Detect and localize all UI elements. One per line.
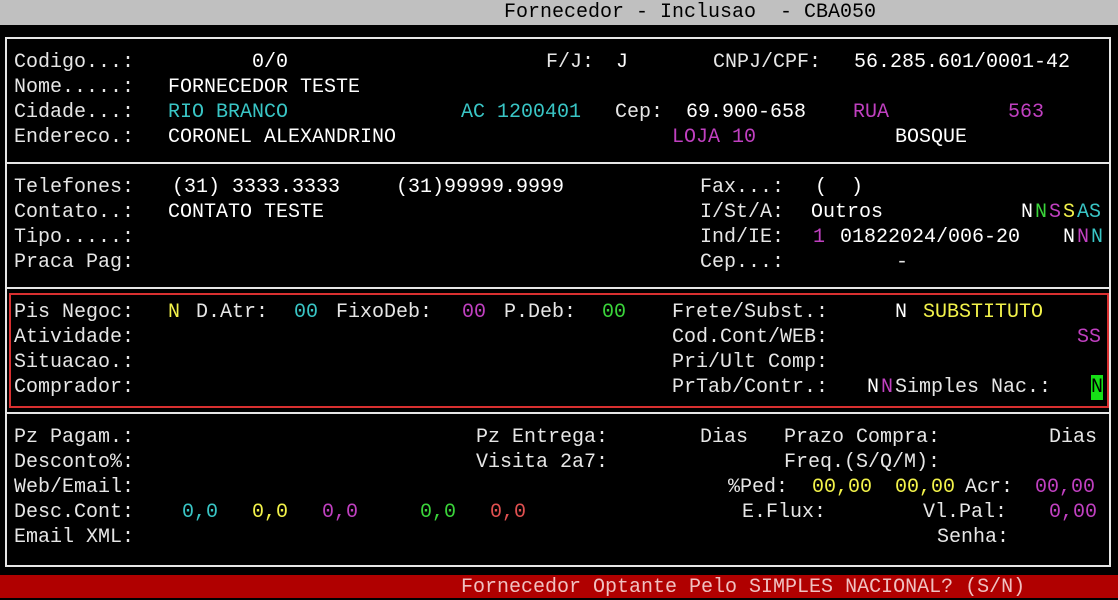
frete-label: Frete/Subst.: bbox=[672, 301, 829, 324]
cidade-label: Cidade...: bbox=[14, 101, 135, 124]
senha-label: Senha: bbox=[937, 526, 1010, 549]
flag-2[interactable]: N bbox=[1035, 200, 1047, 225]
cep2-label: Cep...: bbox=[700, 251, 785, 274]
flag-5[interactable]: AS bbox=[1077, 200, 1101, 225]
cep-label: Cep: bbox=[615, 101, 664, 124]
prazocompra-label: Prazo Compra: bbox=[784, 426, 941, 449]
atividade-label: Atividade: bbox=[14, 326, 135, 349]
indie-flag-1[interactable]: N bbox=[1063, 225, 1075, 250]
vlpal-label: Vl.Pal: bbox=[923, 501, 1008, 524]
desconto-label: Desconto%: bbox=[14, 451, 135, 474]
endereco-label: Endereco.: bbox=[14, 126, 135, 149]
comprador-label: Comprador: bbox=[14, 376, 135, 399]
simples-input[interactable]: N bbox=[1091, 375, 1104, 400]
title-bar: Fornecedor - Inclusao - CBA050 bbox=[0, 0, 1118, 25]
fixodeb-label: FixoDeb: bbox=[336, 301, 433, 324]
situacao-label: Situacao.: bbox=[14, 351, 135, 374]
desccont-value-5[interactable]: 0,0 bbox=[490, 500, 526, 525]
desccont-value-4[interactable]: 0,0 bbox=[420, 500, 456, 525]
indie-value[interactable]: 01822024/006-20 bbox=[840, 225, 1020, 250]
codcont-value[interactable]: SS bbox=[1077, 325, 1101, 350]
codigo-value[interactable]: 0/0 bbox=[252, 50, 288, 75]
desccont-value-3[interactable]: 0,0 bbox=[322, 500, 358, 525]
endereco-value[interactable]: CORONEL ALEXANDRINO bbox=[168, 125, 396, 150]
visita-label: Visita 2a7: bbox=[476, 451, 609, 474]
flag-3[interactable]: S bbox=[1049, 200, 1061, 225]
contato-value[interactable]: CONTATO TESTE bbox=[168, 200, 324, 225]
contato-label: Contato..: bbox=[14, 201, 135, 224]
ped-value-2[interactable]: 00,00 bbox=[895, 475, 955, 500]
section-divider bbox=[5, 162, 1111, 164]
rua-value: RUA bbox=[853, 101, 890, 124]
section-divider bbox=[5, 412, 1111, 414]
ista-value[interactable]: Outros bbox=[811, 200, 883, 225]
cnpj-value[interactable]: 56.285.601/0001-42 bbox=[854, 50, 1070, 75]
acr-value[interactable]: 00,00 bbox=[1035, 475, 1095, 500]
bairro-value[interactable]: BOSQUE bbox=[895, 125, 967, 150]
acr-label: Acr: bbox=[965, 476, 1014, 499]
indie-flag-3[interactable]: N bbox=[1091, 225, 1103, 250]
fj-value[interactable]: J bbox=[616, 50, 628, 75]
prtab-label: PrTab/Contr.: bbox=[672, 376, 829, 399]
cep-value[interactable]: 69.900-658 bbox=[686, 100, 806, 125]
dias-label-1: Dias bbox=[700, 426, 749, 449]
pis-value[interactable]: N bbox=[168, 300, 180, 325]
tipo-label: Tipo.....: bbox=[14, 226, 135, 249]
vlpal-value[interactable]: 0,00 bbox=[1049, 500, 1097, 525]
section-divider bbox=[5, 287, 1111, 289]
telefone1-value[interactable]: (31) 3333.3333 bbox=[172, 175, 340, 200]
priult-label: Pri/Ult Comp: bbox=[672, 351, 829, 374]
freq-label: Freq.(S/Q/M): bbox=[784, 451, 941, 474]
window-title: Fornecedor - Inclusao - CBA050 bbox=[504, 1, 877, 24]
desccont-label: Desc.Cont: bbox=[14, 501, 135, 524]
pdeb-label: P.Deb: bbox=[504, 301, 577, 324]
fax-label: Fax...: bbox=[700, 176, 785, 199]
pdeb-value[interactable]: 00 bbox=[602, 300, 626, 325]
webemail-label: Web/Email: bbox=[14, 476, 135, 499]
pzpagam-label: Pz Pagam.: bbox=[14, 426, 135, 449]
status-bar: Fornecedor Optante Pelo SIMPLES NACIONAL… bbox=[0, 575, 1118, 599]
pis-label: Pis Negoc: bbox=[14, 301, 135, 324]
fj-label: F/J: bbox=[546, 51, 595, 74]
datr-value[interactable]: 00 bbox=[294, 300, 318, 325]
telefones-label: Telefones: bbox=[14, 176, 135, 199]
prtab-value-2[interactable]: N bbox=[881, 375, 893, 400]
frete-value[interactable]: N bbox=[895, 300, 907, 325]
eflux-label: E.Flux: bbox=[742, 501, 827, 524]
desccont-value-2[interactable]: 0,0 bbox=[252, 500, 288, 525]
indie-flag-2[interactable]: N bbox=[1077, 225, 1089, 250]
ped-value-1[interactable]: 00,00 bbox=[812, 475, 872, 500]
indie-ind-value[interactable]: 1 bbox=[813, 225, 825, 250]
fixodeb-value[interactable]: 00 bbox=[462, 300, 486, 325]
indie-label: Ind/IE: bbox=[700, 226, 785, 249]
nome-value[interactable]: FORNECEDOR TESTE bbox=[168, 75, 360, 100]
cnpj-label: CNPJ/CPF: bbox=[713, 51, 822, 74]
complemento-value[interactable]: LOJA 10 bbox=[672, 125, 756, 150]
codcont-label: Cod.Cont/WEB: bbox=[672, 326, 829, 349]
numero-value[interactable]: 563 bbox=[1008, 100, 1044, 125]
telefone2-value[interactable]: (31)99999.9999 bbox=[396, 175, 564, 200]
emailxml-label: Email XML: bbox=[14, 526, 135, 549]
ista-label: I/St/A: bbox=[700, 201, 785, 224]
desccont-value-1[interactable]: 0,0 bbox=[182, 500, 218, 525]
subst-value: SUBSTITUTO bbox=[923, 301, 1044, 324]
uf-code: AC 1200401 bbox=[461, 101, 582, 124]
nome-label: Nome.....: bbox=[14, 76, 135, 99]
status-prompt: Fornecedor Optante Pelo SIMPLES NACIONAL… bbox=[461, 576, 1026, 599]
simples-label: Simples Nac.: bbox=[895, 376, 1052, 399]
praca-label: Praca Pag: bbox=[14, 251, 135, 274]
ped-label: %Ped: bbox=[728, 476, 789, 499]
fax-value[interactable]: ( ) bbox=[815, 175, 863, 200]
cidade-value[interactable]: RIO BRANCO bbox=[168, 100, 288, 125]
codigo-label: Codigo...: bbox=[14, 51, 135, 74]
dias-label-2: Dias bbox=[1049, 426, 1098, 449]
cep2-value[interactable]: - bbox=[896, 250, 908, 275]
prtab-value-1[interactable]: N bbox=[867, 375, 879, 400]
flag-1[interactable]: N bbox=[1021, 200, 1033, 225]
pzentrega-label: Pz Entrega: bbox=[476, 426, 609, 449]
datr-label: D.Atr: bbox=[196, 301, 269, 324]
flag-4[interactable]: S bbox=[1063, 200, 1075, 225]
